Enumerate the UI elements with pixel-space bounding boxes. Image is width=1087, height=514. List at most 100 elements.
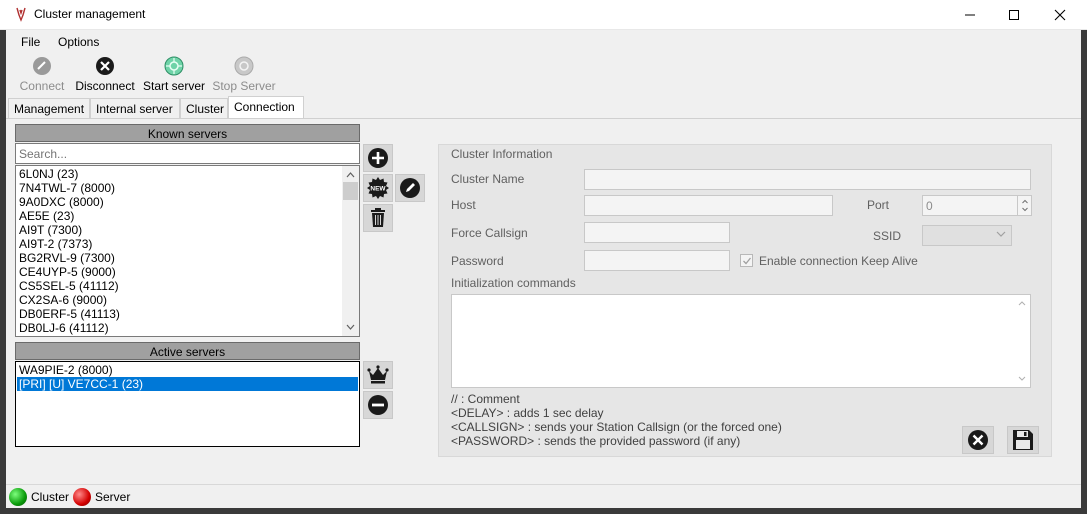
new-server-button[interactable]: NEW — [363, 174, 393, 202]
help-comment: // : Comment — [451, 392, 520, 406]
minimize-button[interactable] — [947, 0, 993, 30]
list-item[interactable]: AE5E (23) — [19, 209, 74, 223]
server-status-label: Server — [95, 490, 131, 504]
stop-server-label: Stop Server — [212, 79, 276, 93]
cluster-status-label: Cluster — [31, 490, 70, 504]
password-field[interactable] — [584, 250, 730, 271]
keepalive-checkbox[interactable] — [740, 254, 753, 267]
minimize-icon — [965, 14, 975, 16]
force-callsign-label: Force Callsign — [451, 226, 528, 240]
list-item[interactable]: CX2SA-6 (9000) — [19, 293, 107, 307]
cancel-icon — [968, 430, 988, 450]
disconnect-label: Disconnect — [75, 79, 135, 93]
port-label: Port — [867, 198, 890, 212]
save-button[interactable] — [1007, 426, 1039, 454]
edit-server-button[interactable] — [395, 174, 425, 202]
port-spinbox[interactable]: 0 — [922, 195, 1032, 216]
window-frame-bottom — [0, 508, 1087, 514]
known-servers-header: Known servers — [15, 124, 360, 142]
delete-server-button[interactable] — [363, 204, 393, 232]
window-frame-right — [1081, 30, 1087, 514]
cluster-name-label: Cluster Name — [451, 172, 525, 186]
list-item[interactable]: CE4UYP-5 (9000) — [19, 265, 116, 279]
new-badge-icon: NEW — [367, 177, 389, 199]
start-server-button[interactable]: Start server — [143, 56, 206, 93]
stop-server-icon — [234, 56, 254, 76]
disconnect-icon — [96, 57, 114, 75]
spin-arrows-icon — [1022, 199, 1028, 212]
title-bar — [0, 0, 1087, 30]
toolbar: Connect Disconnect Start server Stop Ser… — [6, 54, 1081, 96]
menu-file[interactable]: File — [21, 35, 40, 49]
cluster-name-field[interactable] — [584, 169, 1031, 190]
app-icon — [16, 7, 26, 22]
search-input[interactable] — [15, 143, 360, 164]
svg-text:NEW: NEW — [370, 186, 386, 193]
help-password: <PASSWORD> : sends the provided password… — [451, 434, 741, 448]
connect-label: Connect — [19, 79, 65, 93]
port-spin-buttons[interactable] — [1017, 196, 1031, 215]
tab-management[interactable]: Management — [8, 98, 90, 118]
chevron-down-icon — [996, 231, 1006, 237]
tab-connection[interactable]: Connection — [228, 96, 304, 118]
list-item-selected[interactable]: [PRI] [U] VE7CC-1 (23) — [17, 377, 358, 391]
scrollbar-thumb[interactable] — [343, 182, 358, 200]
close-icon — [1054, 9, 1066, 21]
active-servers-list[interactable]: WA9PIE-2 (8000) [PRI] [U] VE7CC-1 (23) — [15, 361, 360, 447]
list-item[interactable]: 7N4TWL-7 (8000) — [19, 181, 115, 195]
crown-icon — [367, 365, 389, 384]
force-callsign-field[interactable] — [584, 222, 730, 243]
stop-server-button[interactable]: Stop Server — [212, 56, 276, 93]
list-item[interactable]: 6L0NJ (23) — [19, 167, 78, 181]
disconnect-button[interactable]: Disconnect — [74, 56, 136, 93]
scroll-arrows-icon — [1018, 301, 1026, 381]
close-window-button[interactable] — [1037, 0, 1083, 30]
window-title: Cluster management — [34, 7, 146, 21]
keepalive-label: Enable connection Keep Alive — [759, 254, 918, 268]
minus-icon — [368, 395, 388, 415]
tab-bar: Management Internal server Cluster Conne… — [6, 96, 1081, 118]
list-item[interactable]: AI9T (7300) — [19, 223, 82, 237]
host-label: Host — [451, 198, 476, 212]
pencil-icon — [400, 178, 420, 198]
init-commands-textarea[interactable] — [451, 294, 1031, 388]
plus-icon — [368, 148, 388, 168]
list-item[interactable]: DB0LJ-6 (41112) — [19, 321, 109, 335]
tab-internal-server[interactable]: Internal server — [90, 98, 180, 118]
maximize-button[interactable] — [991, 0, 1037, 30]
trash-icon — [371, 208, 385, 227]
list-item[interactable]: BG2RVL-9 (7300) — [19, 251, 115, 265]
ssid-label: SSID — [873, 229, 902, 243]
checkmark-icon — [742, 257, 751, 264]
cluster-info-title: Cluster Information — [451, 147, 553, 161]
connect-icon — [33, 57, 51, 75]
set-primary-button[interactable] — [363, 361, 393, 389]
maximize-icon — [1009, 10, 1019, 20]
tab-cluster[interactable]: Cluster — [180, 98, 228, 118]
remove-active-button[interactable] — [363, 391, 393, 419]
menu-bar: File Options — [6, 30, 1081, 54]
host-field[interactable] — [584, 195, 833, 216]
start-server-icon — [164, 56, 184, 76]
init-commands-scrollbar[interactable] — [1014, 295, 1030, 387]
menu-options[interactable]: Options — [58, 35, 99, 49]
server-status-led-icon — [73, 488, 91, 506]
list-item[interactable]: AI9T-2 (7373) — [19, 237, 92, 251]
known-servers-list[interactable]: 6L0NJ (23) 7N4TWL-7 (8000) 9A0DXC (8000)… — [15, 165, 360, 337]
list-item[interactable]: DB0ERF-5 (41113) — [19, 307, 120, 321]
init-commands-label: Initialization commands — [451, 276, 576, 290]
list-item[interactable]: 9A0DXC (8000) — [19, 195, 104, 209]
start-server-label: Start server — [143, 79, 206, 93]
help-delay: <DELAY> : adds 1 sec delay — [451, 406, 604, 420]
help-callsign: <CALLSIGN> : sends your Station Callsign… — [451, 420, 782, 434]
cluster-status-led-icon — [9, 488, 27, 506]
add-server-button[interactable] — [363, 144, 393, 172]
list-item[interactable]: WA9PIE-2 (8000) — [17, 363, 358, 377]
active-servers-header: Active servers — [15, 342, 360, 360]
password-label: Password — [451, 254, 504, 268]
connect-button[interactable]: Connect — [18, 56, 66, 93]
cancel-button[interactable] — [962, 426, 994, 454]
status-bar — [6, 484, 1081, 508]
list-item[interactable]: CS5SEL-5 (41112) — [19, 279, 119, 293]
floppy-disk-icon — [1013, 430, 1033, 450]
